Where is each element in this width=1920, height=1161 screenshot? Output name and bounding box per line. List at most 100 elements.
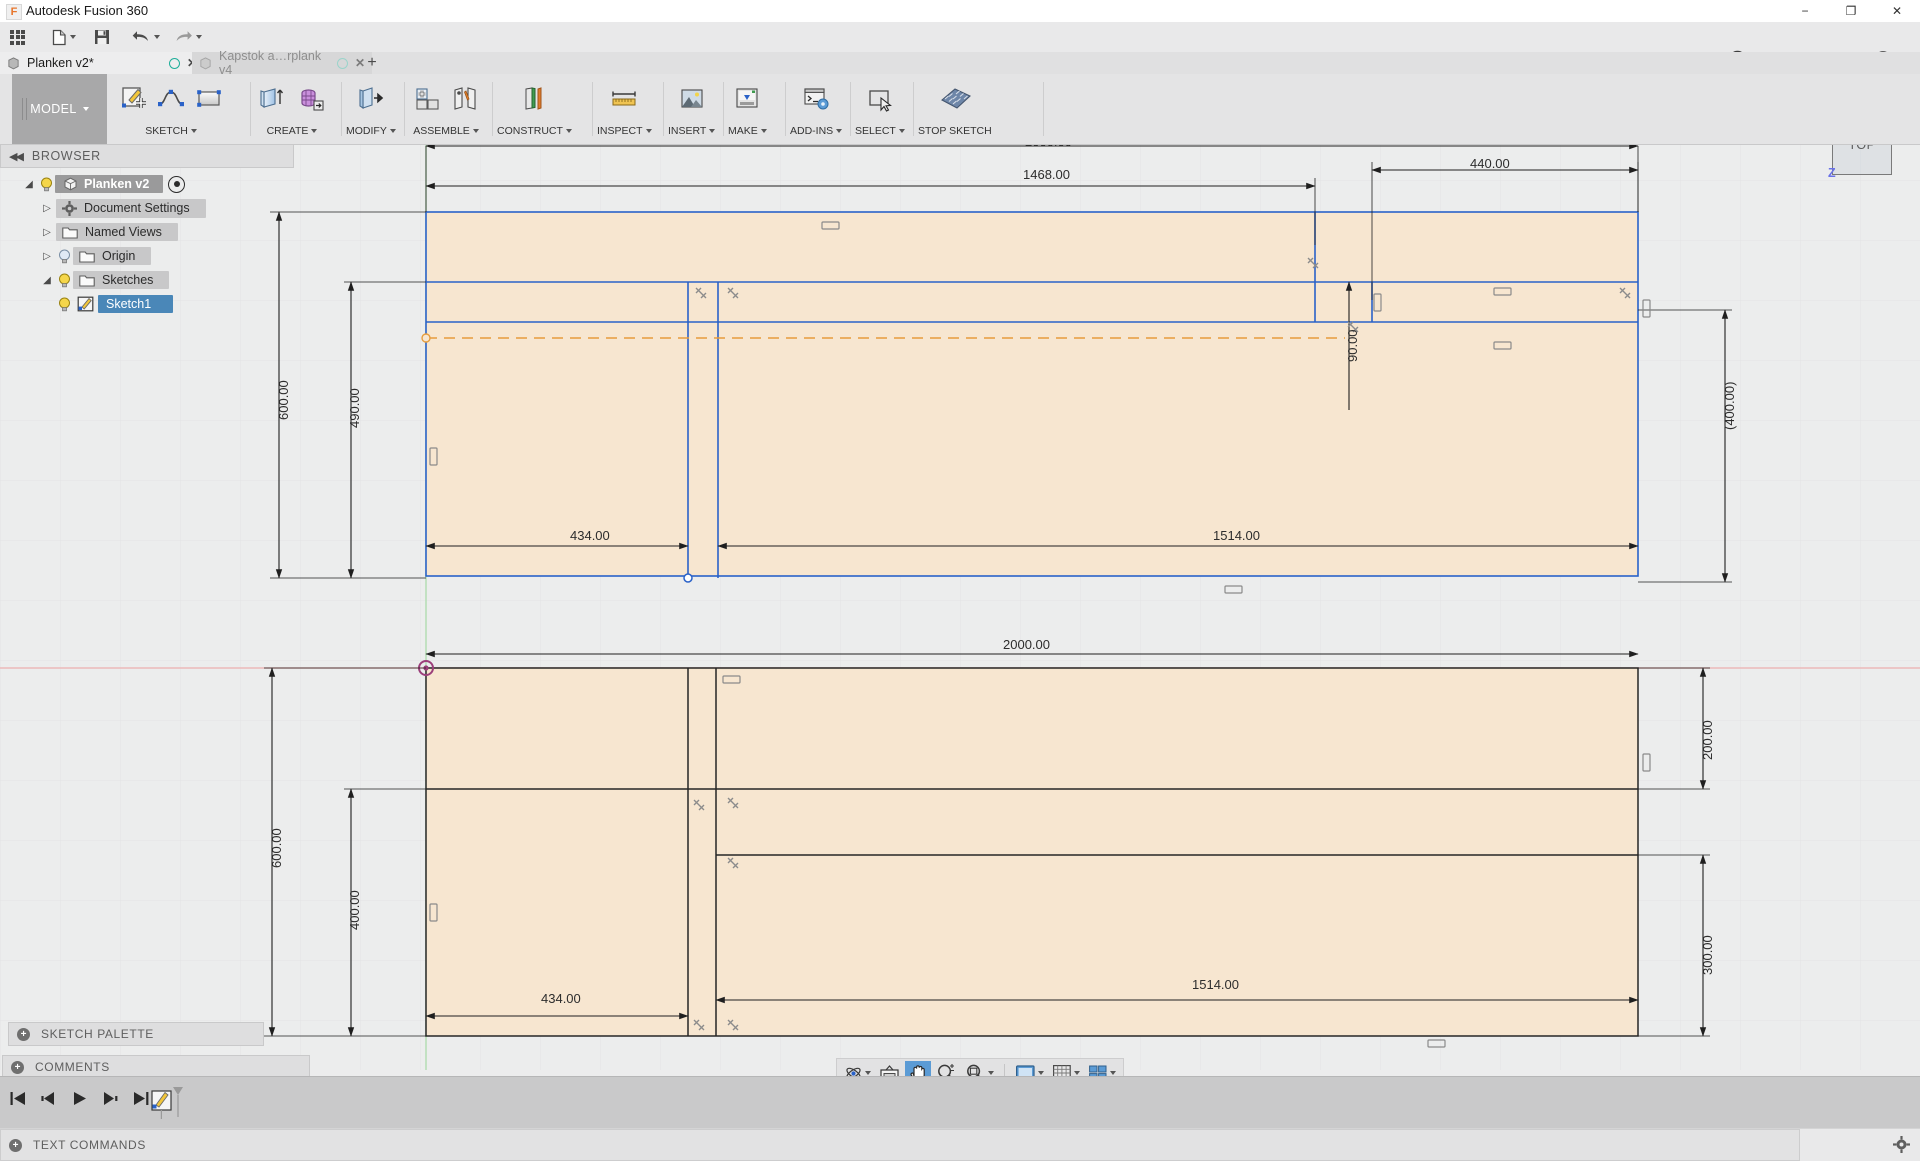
twisty-closed-icon[interactable]: ▷ <box>38 203 56 214</box>
tree-item-origin[interactable]: ▷ Origin <box>0 244 300 268</box>
dimension-1514-bottom[interactable]: 1514.00 <box>1192 977 1239 992</box>
dimension-1514-top[interactable]: 1514.00 <box>1213 528 1260 543</box>
folder-icon <box>79 274 95 287</box>
twisty-closed-icon[interactable]: ▷ <box>38 227 56 238</box>
dimension-1468[interactable]: 1468.00 <box>1023 167 1070 182</box>
file-menu-button[interactable] <box>48 26 80 48</box>
tree-item-sketch1[interactable]: Sketch1 <box>0 292 300 316</box>
ribbon-group-label[interactable]: ASSEMBLE <box>413 122 479 140</box>
visibility-bulb-icon[interactable] <box>56 248 73 265</box>
chevron-down-icon <box>389 129 396 133</box>
twisty-closed-icon[interactable]: ▷ <box>38 251 56 262</box>
dimension-300[interactable]: 300.00 <box>1700 935 1715 975</box>
step-forward-icon[interactable] <box>101 1089 119 1107</box>
ribbon-group-label[interactable]: CONSTRUCT <box>497 122 572 140</box>
new-component-icon[interactable] <box>409 78 445 120</box>
dimension-2000-bottom[interactable]: 2000.00 <box>1003 637 1050 652</box>
window-controls[interactable]: − ❐ ✕ <box>1782 0 1920 22</box>
tree-item-planken-v2[interactable]: ◢ Planken v2 <box>0 172 300 196</box>
ribbon-group-label[interactable]: MAKE <box>728 122 767 140</box>
axis-label-z: Z <box>1828 166 1836 180</box>
3d-print-icon[interactable] <box>729 78 765 120</box>
label-text: STOP SKETCH <box>918 125 992 137</box>
chevron-down-icon[interactable] <box>988 1071 994 1075</box>
ribbon-group-label[interactable]: INSERT <box>668 122 716 140</box>
close-button[interactable]: ✕ <box>1874 0 1920 22</box>
dimension-600-bottom[interactable]: 600.00 <box>269 828 284 868</box>
visibility-bulb-icon[interactable] <box>56 272 73 289</box>
ribbon-group-label[interactable]: SELECT <box>855 122 905 140</box>
chevron-down-icon[interactable] <box>1074 1071 1080 1075</box>
visibility-bulb-icon[interactable] <box>38 176 55 193</box>
stop-sketch-icon[interactable] <box>927 78 983 120</box>
plus-circle-icon[interactable]: + <box>11 1060 24 1074</box>
visibility-bulb-icon[interactable] <box>56 296 73 313</box>
form-icon[interactable] <box>293 78 329 120</box>
joint-icon[interactable] <box>447 78 483 120</box>
document-tab-kapstok[interactable]: Kapstok a…rplank v4 ✕ <box>192 49 372 77</box>
offset-plane-icon[interactable] <box>516 78 552 120</box>
maximize-button[interactable]: ❐ <box>1828 0 1874 22</box>
scripts-addins-icon[interactable] <box>798 78 834 120</box>
twisty-open-icon[interactable]: ◢ <box>20 179 38 190</box>
new-tab-button[interactable]: + <box>362 53 382 73</box>
dimension-440[interactable]: 440.00 <box>1470 156 1510 171</box>
ribbon-group-label[interactable]: ADD-INS <box>790 122 843 140</box>
dimension-200[interactable]: 200.00 <box>1700 720 1715 760</box>
timeline-feature-sketch1[interactable] <box>150 1085 184 1128</box>
tree-item-sketches[interactable]: ◢ Sketches <box>0 268 300 292</box>
collapse-left-icon[interactable]: ◀◀ <box>9 150 24 163</box>
chevron-down-icon[interactable] <box>1038 1071 1044 1075</box>
insert-image-icon[interactable] <box>674 78 710 120</box>
redo-icon <box>176 31 192 41</box>
select-icon[interactable] <box>862 78 898 120</box>
skip-end-icon[interactable] <box>132 1089 150 1107</box>
ribbon-group-assemble: ASSEMBLE <box>409 74 483 144</box>
settings-button[interactable] <box>1893 1136 1910 1158</box>
activate-component-radio[interactable] <box>168 175 186 193</box>
dimension-434-top[interactable]: 434.00 <box>570 528 610 543</box>
dimension-400[interactable]: 400.00 <box>347 890 362 930</box>
text-commands-panel[interactable]: + TEXT COMMANDS <box>0 1129 1800 1161</box>
play-icon[interactable] <box>70 1089 88 1107</box>
ribbon-group-make: MAKE <box>728 74 767 144</box>
dimension-400-driven[interactable]: (400.00) <box>1722 382 1737 430</box>
plus-circle-icon[interactable]: + <box>17 1027 30 1041</box>
extrude-icon[interactable] <box>255 78 291 120</box>
save-button[interactable] <box>90 26 114 48</box>
chevron-down-icon[interactable] <box>865 1071 871 1075</box>
spline-icon[interactable] <box>153 78 189 120</box>
ribbon-group-label[interactable]: STOP SKETCH <box>918 122 992 140</box>
workspace-switcher[interactable]: MODEL <box>12 74 107 144</box>
dimension-600-top[interactable]: 600.00 <box>276 380 291 420</box>
create-sketch-icon[interactable] <box>115 78 151 120</box>
sketch-palette-panel[interactable]: + SKETCH PALETTE <box>8 1022 264 1046</box>
ribbon-group-label[interactable]: SKETCH <box>145 122 197 140</box>
plus-circle-icon[interactable]: + <box>9 1138 22 1152</box>
label-text: ADD-INS <box>790 125 834 137</box>
tree-item-named-views[interactable]: ▷ Named Views <box>0 220 300 244</box>
minimize-button[interactable]: − <box>1782 0 1828 22</box>
ribbon-group-label[interactable]: INSPECT <box>597 122 652 140</box>
undo-button[interactable] <box>128 26 164 48</box>
press-pull-icon[interactable] <box>353 78 389 120</box>
apps-grid-icon[interactable] <box>6 26 29 48</box>
measure-icon[interactable] <box>606 78 642 120</box>
twisty-open-icon[interactable]: ◢ <box>38 275 56 286</box>
rectangle-icon[interactable] <box>191 78 227 120</box>
skip-start-icon[interactable] <box>8 1089 26 1107</box>
dimension-434-bottom[interactable]: 434.00 <box>541 991 581 1006</box>
chevron-down-icon[interactable] <box>1110 1071 1116 1075</box>
unsaved-dot-icon <box>336 57 348 69</box>
ribbon-group-label[interactable]: MODIFY <box>346 122 396 140</box>
tree-item-document-settings[interactable]: ▷ Document Settings <box>0 196 300 220</box>
dimension-490[interactable]: 490.00 <box>347 388 362 428</box>
browser-header[interactable]: ◀◀ BROWSER <box>0 144 294 168</box>
step-back-icon[interactable] <box>39 1089 57 1107</box>
chevron-down-icon <box>645 129 652 133</box>
dimension-90[interactable]: 90.00 <box>1345 329 1360 362</box>
ribbon-group-label[interactable]: CREATE <box>267 122 318 140</box>
redo-button[interactable] <box>170 26 206 48</box>
document-tab-planken[interactable]: Planken v2* ✕ <box>0 52 204 74</box>
workspace-label: MODEL <box>30 102 77 116</box>
